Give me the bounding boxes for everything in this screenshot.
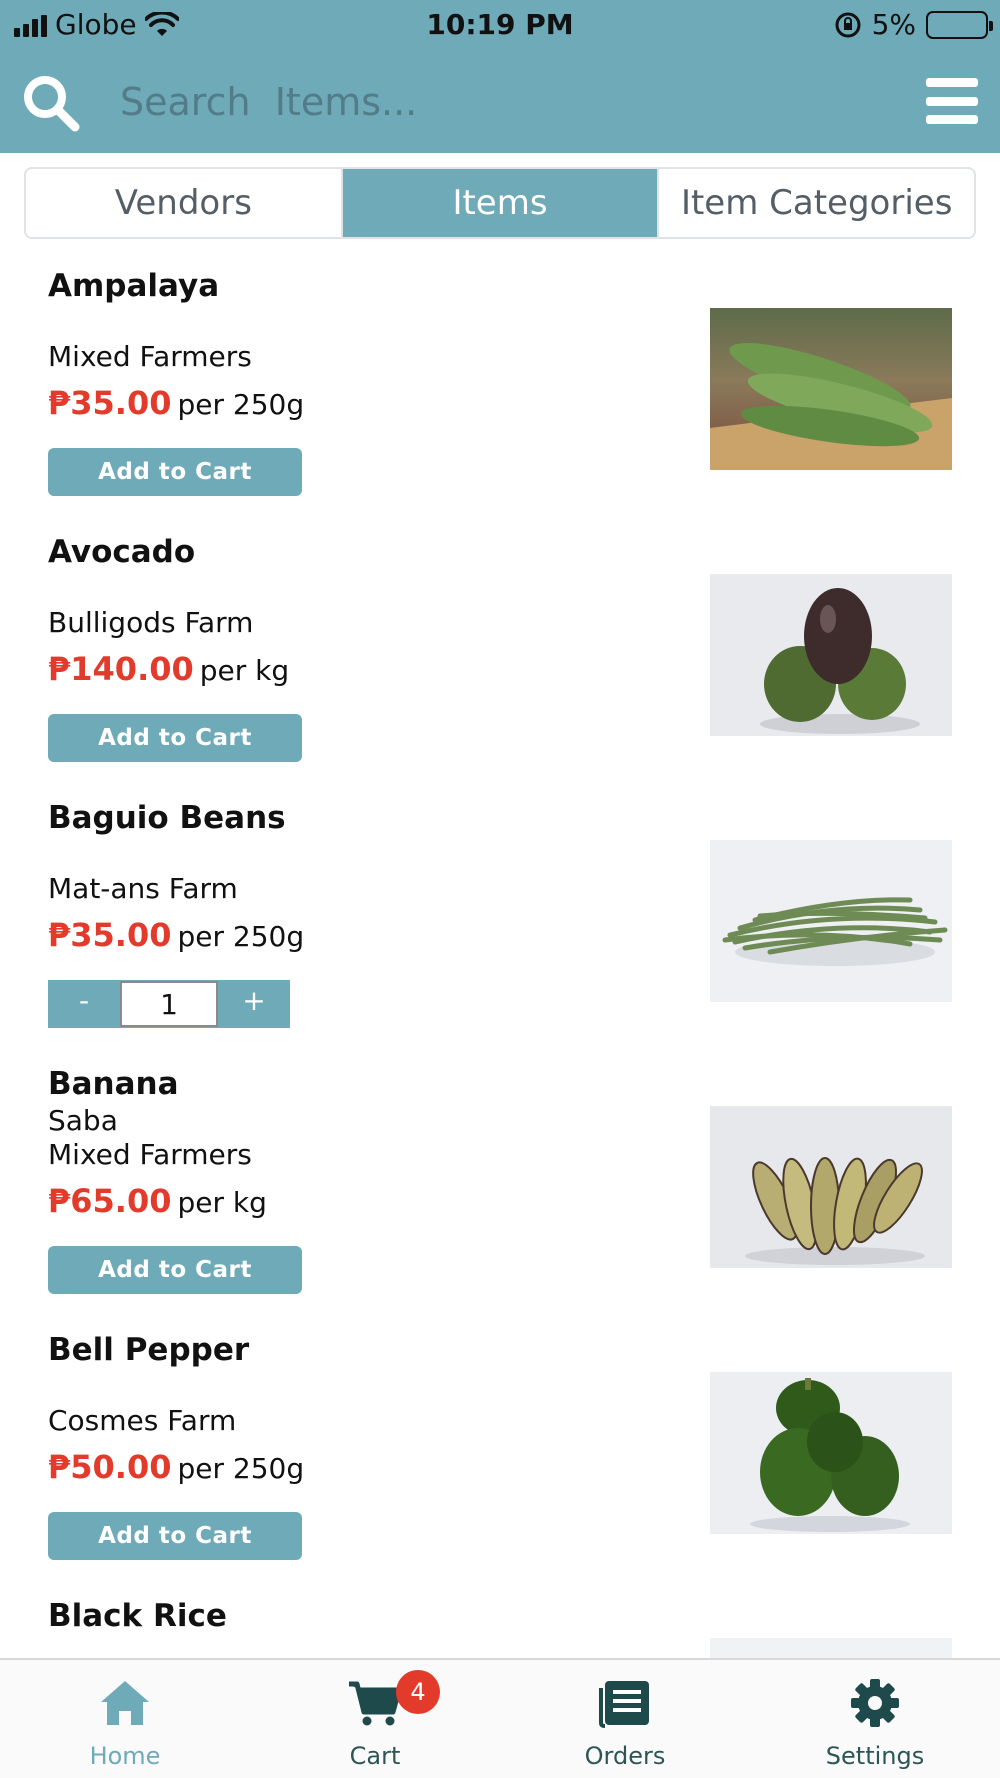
- price-amount: ₱65.00: [48, 1182, 172, 1220]
- price-amount: ₱35.00: [48, 916, 172, 954]
- item-price: ₱140.00 per kg: [48, 650, 289, 688]
- add-to-cart-button[interactable]: Add to Cart: [48, 1246, 302, 1294]
- add-to-cart-button[interactable]: Add to Cart: [48, 448, 302, 496]
- item-vendor: Mixed Farmers: [48, 1138, 252, 1171]
- top-bar: Globe 10:19 PM 5%: [0, 0, 1000, 153]
- item-variant: Saba: [48, 1104, 118, 1137]
- nav-cart-label: Cart: [349, 1742, 401, 1770]
- item-name: Baguio Beans: [48, 800, 286, 836]
- list-item[interactable]: Baguio Beans Mat-ans Farm ₱35.00 per 250g…: [0, 782, 1000, 1048]
- price-amount: ₱35.00: [48, 384, 172, 422]
- list-item[interactable]: Banana Saba Mixed Farmers ₱65.00 per kg A…: [0, 1048, 1000, 1314]
- item-image[interactable]: [710, 308, 952, 470]
- quantity-stepper: - 1 +: [48, 980, 290, 1028]
- battery-icon: [926, 10, 993, 39]
- price-unit: per kg: [199, 654, 290, 687]
- list-item[interactable]: Black Rice: [0, 1580, 1000, 1658]
- tab-item-categories[interactable]: Item Categories: [659, 169, 974, 237]
- nav-cart[interactable]: 4 Cart: [250, 1660, 500, 1778]
- item-price: ₱35.00 per 250g: [48, 384, 304, 422]
- item-image[interactable]: [710, 1372, 952, 1534]
- increment-button[interactable]: +: [218, 980, 290, 1028]
- nav-home[interactable]: Home: [0, 1660, 250, 1778]
- price-unit: per kg: [177, 1186, 267, 1219]
- tab-items[interactable]: Items: [342, 169, 660, 237]
- item-name: Black Rice: [48, 1598, 227, 1634]
- item-price: ₱50.00 per 250g: [48, 1448, 304, 1486]
- item-name: Avocado: [48, 534, 196, 570]
- item-vendor: Mixed Farmers: [48, 340, 252, 373]
- cart-count-badge: 4: [396, 1670, 440, 1714]
- item-vendor: Cosmes Farm: [48, 1404, 237, 1437]
- item-vendor: Bulligods Farm: [48, 606, 254, 639]
- search-input[interactable]: [120, 74, 880, 130]
- nav-settings-label: Settings: [825, 1742, 925, 1770]
- add-to-cart-button[interactable]: Add to Cart: [48, 1512, 302, 1560]
- item-image[interactable]: [710, 1638, 952, 1658]
- item-price: ₱35.00 per 250g: [48, 916, 304, 954]
- price-unit: per 250g: [177, 388, 305, 421]
- item-name: Banana: [48, 1066, 179, 1102]
- nav-orders-label: Orders: [584, 1742, 666, 1770]
- item-price: ₱65.00 per kg: [48, 1182, 267, 1220]
- price-amount: ₱140.00: [48, 650, 194, 688]
- search-icon[interactable]: [20, 72, 82, 134]
- orders-icon: [595, 1674, 655, 1732]
- item-list: Ampalaya Mixed Farmers ₱35.00 per 250g Ad…: [0, 250, 1000, 1658]
- segmented-tabs: Vendors Items Item Categories: [24, 167, 976, 239]
- item-vendor: Mat-ans Farm: [48, 872, 238, 905]
- item-name: Ampalaya: [48, 268, 220, 304]
- quantity-field[interactable]: 1: [120, 981, 218, 1027]
- item-image[interactable]: [710, 574, 952, 736]
- status-bar: Globe 10:19 PM 5%: [0, 0, 1000, 50]
- item-image[interactable]: [710, 1106, 952, 1268]
- tab-vendors[interactable]: Vendors: [26, 169, 343, 237]
- price-unit: per 250g: [177, 920, 305, 953]
- list-item[interactable]: Ampalaya Mixed Farmers ₱35.00 per 250g Ad…: [0, 250, 1000, 516]
- nav-settings[interactable]: Settings: [750, 1660, 1000, 1778]
- search-row: [0, 60, 1000, 144]
- price-amount: ₱50.00: [48, 1448, 172, 1486]
- item-name: Bell Pepper: [48, 1332, 250, 1368]
- price-unit: per 250g: [177, 1452, 305, 1485]
- battery-percent: 5%: [871, 8, 916, 41]
- list-item[interactable]: Avocado Bulligods Farm ₱140.00 per kg Add…: [0, 516, 1000, 782]
- list-item[interactable]: Bell Pepper Cosmes Farm ₱50.00 per 250g A…: [0, 1314, 1000, 1580]
- gear-icon: [845, 1674, 905, 1732]
- nav-orders[interactable]: Orders: [500, 1660, 750, 1778]
- clock: 10:19 PM: [426, 8, 574, 41]
- menu-icon[interactable]: [926, 78, 978, 124]
- nav-home-label: Home: [89, 1742, 161, 1770]
- decrement-button[interactable]: -: [48, 980, 120, 1028]
- add-to-cart-button[interactable]: Add to Cart: [48, 714, 302, 762]
- cart-icon: [345, 1674, 405, 1732]
- bottom-tab-bar: Home 4 Cart Orders Settings: [0, 1658, 1000, 1778]
- orientation-lock-icon: [835, 12, 861, 37]
- home-icon: [95, 1674, 155, 1732]
- item-image[interactable]: [710, 840, 952, 1002]
